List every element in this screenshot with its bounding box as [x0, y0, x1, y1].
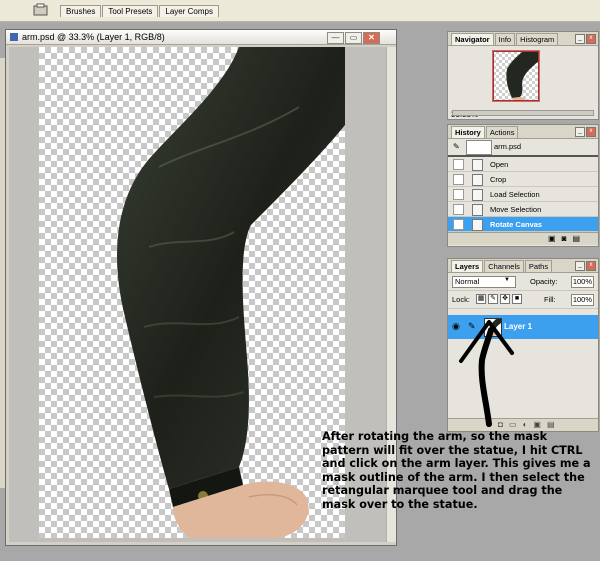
annotation-caption: After rotating the arm, so the mask patt…: [322, 430, 591, 511]
